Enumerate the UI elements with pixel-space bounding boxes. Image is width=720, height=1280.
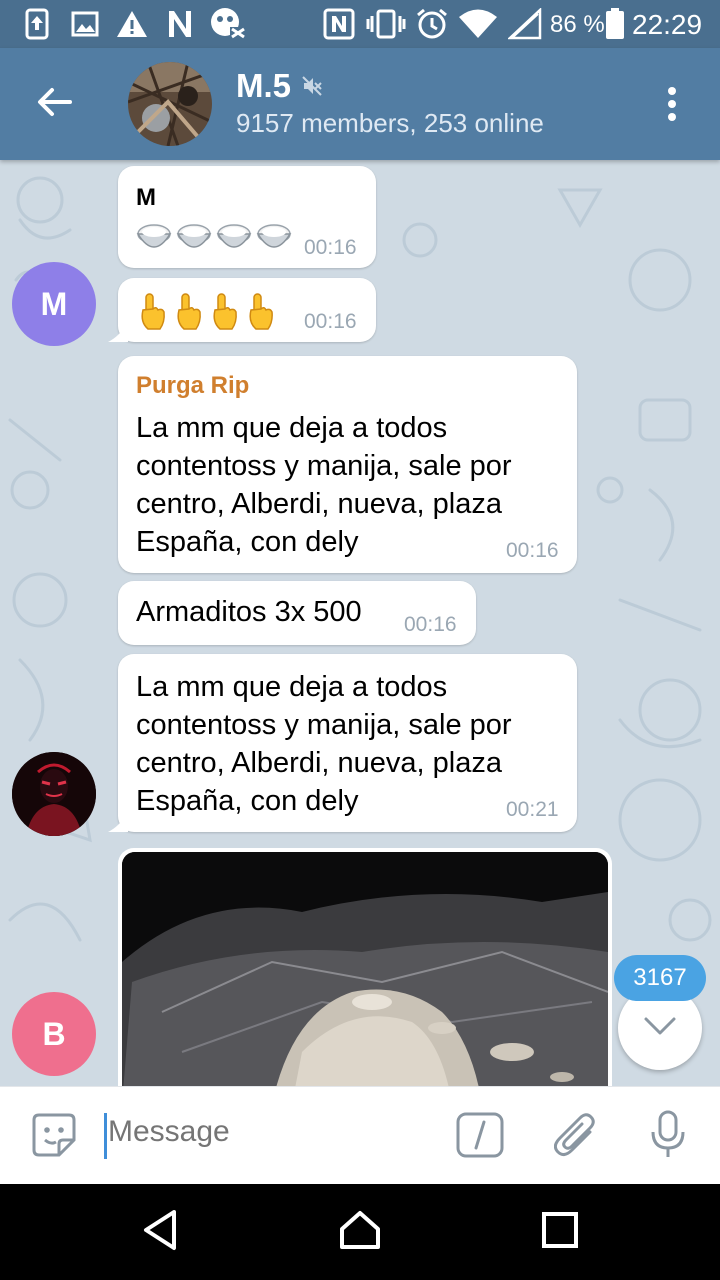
- message-time: 00:16: [404, 613, 457, 636]
- sticker-button[interactable]: [28, 1111, 80, 1163]
- unread-count-badge[interactable]: 3167: [614, 955, 706, 1001]
- message-list[interactable]: M 00:16 00:16 M Purga Rip La mm que deja…: [0, 160, 720, 1086]
- message-bubble[interactable]: M 00:16: [118, 166, 376, 268]
- user-avatar[interactable]: B: [12, 992, 96, 1076]
- message-line: La mm que deja a todos: [136, 412, 448, 444]
- message-bubble[interactable]: La mm que deja a todos contentoss y mani…: [108, 654, 577, 832]
- message-text: La mm que deja a todos contentoss y mani…: [136, 668, 512, 820]
- title-row[interactable]: M.5: [236, 64, 323, 108]
- sticker-icon: [31, 1112, 77, 1163]
- message-time: 00:16: [506, 539, 559, 562]
- message-bubble[interactable]: Purga Rip La mm que deja a todos content…: [118, 356, 577, 573]
- image-icon: [70, 8, 100, 40]
- message-text: La mm que deja a todos contentoss y mani…: [136, 409, 512, 561]
- system-navigation-bar: [0, 1184, 720, 1280]
- nfc-icon: [322, 8, 356, 40]
- battery-percent: 86 %: [550, 11, 605, 38]
- chat-header: M.5 9157 members, 253 online: [0, 48, 720, 160]
- paperclip-icon: [553, 1112, 598, 1163]
- wifi-icon: [456, 8, 500, 40]
- emoji-content: [136, 292, 276, 337]
- nav-home-button[interactable]: [330, 1204, 390, 1260]
- maps-icon: [208, 8, 248, 40]
- home-icon: [338, 1209, 382, 1256]
- chevron-down-icon: [643, 1016, 677, 1041]
- message-line: La mm que deja a todos: [136, 671, 448, 703]
- status-bar: 86 % 22:29: [0, 0, 720, 48]
- photo-message[interactable]: [118, 848, 612, 1086]
- sender-name[interactable]: Purga Rip: [136, 372, 249, 400]
- group-avatar[interactable]: [128, 62, 212, 146]
- voice-record-button[interactable]: [642, 1110, 694, 1165]
- rice-bowl-icon: [176, 220, 212, 259]
- upload-icon: [24, 8, 50, 40]
- message-input[interactable]: [108, 1115, 428, 1149]
- text-cursor: [104, 1113, 107, 1159]
- more-menu-button[interactable]: [648, 78, 696, 134]
- n-icon: [166, 8, 194, 40]
- message-line: centro, Alberdi, nueva, plaza: [136, 747, 502, 779]
- bubble-tail: [108, 322, 128, 342]
- message-line: contentoss y manija, sale por: [136, 450, 512, 482]
- message-time: 00:16: [304, 236, 357, 259]
- message-time: 00:21: [506, 798, 559, 821]
- message-line: España, con dely: [136, 785, 359, 817]
- message-input-bar: [0, 1086, 720, 1184]
- back-arrow-icon: [36, 87, 72, 122]
- pointing-up-icon: [136, 292, 168, 337]
- message-line: España, con dely: [136, 526, 359, 558]
- back-button[interactable]: [22, 78, 86, 130]
- bot-commands-button[interactable]: [454, 1111, 506, 1163]
- slash-command-icon: [456, 1112, 504, 1163]
- muted-icon: [301, 75, 323, 97]
- more-vertical-icon: [667, 86, 677, 127]
- attach-button[interactable]: [550, 1111, 602, 1163]
- message-bubble[interactable]: 00:16: [108, 278, 376, 342]
- nav-recents-button[interactable]: [530, 1204, 590, 1260]
- message-text: Armaditos 3x 500: [136, 596, 362, 628]
- nav-back-button[interactable]: [130, 1204, 190, 1260]
- square-recents-icon: [541, 1211, 579, 1254]
- user-avatar[interactable]: M: [12, 262, 96, 346]
- message-time: 00:16: [304, 310, 357, 333]
- user-avatar-photo[interactable]: [12, 752, 96, 836]
- message-bubble[interactable]: Armaditos 3x 500 00:16: [118, 581, 476, 645]
- photo-image[interactable]: [122, 852, 608, 1086]
- chat-title[interactable]: M.5: [236, 67, 291, 105]
- emoji-content: [136, 220, 292, 259]
- signal-icon: [508, 8, 542, 40]
- clock: 22:29: [632, 9, 703, 40]
- chat-subtitle: 9157 members, 253 online: [236, 108, 544, 138]
- alarm-icon: [414, 8, 450, 40]
- bubble-tail: [108, 812, 128, 832]
- warning-icon: [116, 8, 148, 40]
- pointing-up-icon: [244, 292, 276, 337]
- message-line: centro, Alberdi, nueva, plaza: [136, 488, 502, 520]
- rice-bowl-icon: [256, 220, 292, 259]
- triangle-back-icon: [140, 1208, 180, 1257]
- vibrate-icon: [366, 8, 406, 40]
- rice-bowl-icon: [216, 220, 252, 259]
- microphone-icon: [648, 1110, 688, 1165]
- sender-name[interactable]: M: [136, 184, 156, 212]
- rice-bowl-icon: [136, 220, 172, 259]
- message-line: contentoss y manija, sale por: [136, 709, 512, 741]
- pointing-up-icon: [208, 292, 240, 337]
- battery-icon: [604, 8, 626, 40]
- pointing-up-icon: [172, 292, 204, 337]
